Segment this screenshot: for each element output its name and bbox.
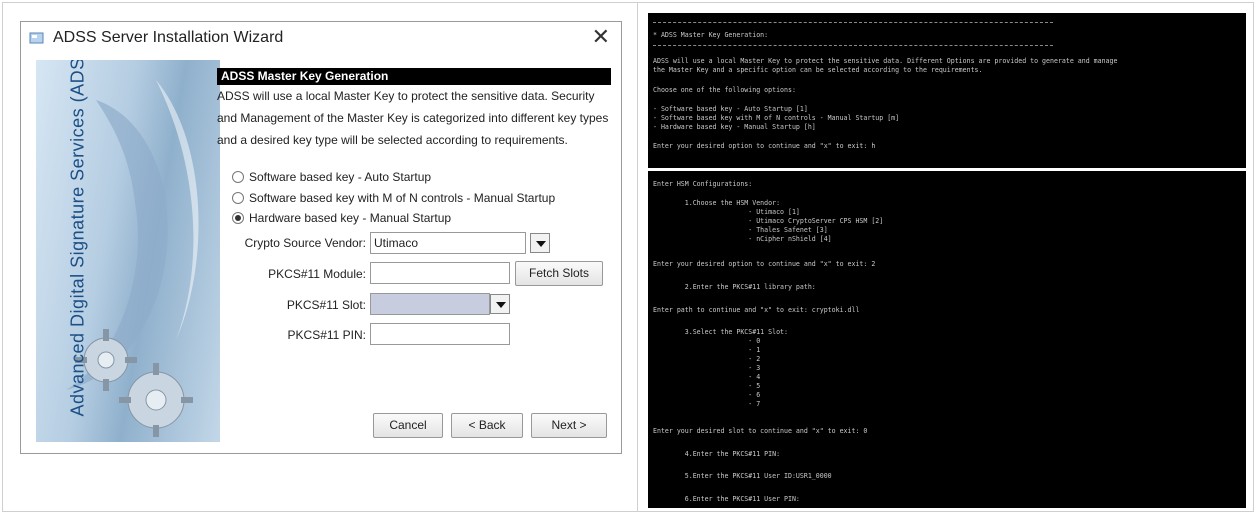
console-line: 4.Enter the PKCS#11 PIN: xyxy=(653,450,781,458)
console-line: - Utimaco [1] xyxy=(653,208,800,216)
separator xyxy=(653,45,1053,46)
console-prompt: Enter your desired option to continue an… xyxy=(653,260,876,268)
console-line: * ADSS Master Key Generation: xyxy=(653,31,769,39)
slot-label: PKCS#11 Slot: xyxy=(286,298,366,312)
pin-label: PKCS#11 PIN: xyxy=(287,328,366,342)
console-master-key: * ADSS Master Key Generation: ADSS will … xyxy=(648,13,1246,168)
console-line: - Software based key - Auto Startup [1] xyxy=(653,105,808,113)
console-line: 2.Enter the PKCS#11 library path: xyxy=(653,283,816,291)
console-line: 3.Select the PKCS#11 Slot: xyxy=(653,328,788,336)
fetch-slots-button[interactable]: Fetch Slots xyxy=(515,261,603,286)
console-hsm-configuration: Enter HSM Configurations: 1.Choose the H… xyxy=(648,171,1246,508)
option-software-m-of-n[interactable]: Software based key with M of N controls … xyxy=(232,191,555,205)
console-line: Enter HSM Configurations: xyxy=(653,180,753,188)
pkcs11-slot-select[interactable] xyxy=(370,293,490,315)
console-line: - 4 xyxy=(653,373,761,381)
vendor-select[interactable]: Utimaco xyxy=(370,232,526,254)
console-line: 6.Enter the PKCS#11 User PIN: xyxy=(653,495,800,503)
console-prompt: Enter your desired slot to continue and … xyxy=(653,427,868,435)
radio-button[interactable] xyxy=(232,171,244,183)
console-line: - 2 xyxy=(653,355,761,363)
radio-button[interactable] xyxy=(232,192,244,204)
module-label: PKCS#11 Module: xyxy=(268,267,366,281)
panel-divider xyxy=(637,2,638,512)
pkcs11-pin-input[interactable] xyxy=(370,323,510,345)
console-prompt: Enter path to continue and "x" to exit: … xyxy=(653,306,860,314)
close-icon[interactable]: ✕ xyxy=(592,26,610,48)
radio-button-selected[interactable] xyxy=(232,212,244,224)
window-title: ADSS Server Installation Wizard xyxy=(53,29,284,46)
section-header: ADSS Master Key Generation xyxy=(217,68,611,85)
console-line: - Software based key with M of N control… xyxy=(653,114,900,122)
description-line-2: and Management of the Master Key is cate… xyxy=(217,111,609,125)
console-line: - 6 xyxy=(653,391,761,399)
chevron-down-icon[interactable] xyxy=(490,294,510,314)
console-line: the Master Key and a specific option can… xyxy=(653,66,983,74)
pkcs11-module-input[interactable] xyxy=(370,262,510,284)
console-line: Choose one of the following options: xyxy=(653,86,796,94)
option-label: Software based key with M of N controls … xyxy=(249,191,556,205)
console-line: - Thales Safenet [3] xyxy=(653,226,828,234)
console-line: - 1 xyxy=(653,346,761,354)
back-button[interactable]: < Back xyxy=(451,413,523,438)
option-label: Software based key - Auto Startup xyxy=(249,170,432,184)
console-line: - Utimaco CryptoServer CPS HSM [2] xyxy=(653,217,884,225)
console-line: 1.Choose the HSM Vendor: xyxy=(653,199,781,207)
description-line-1: ADSS will use a local Master Key to prot… xyxy=(217,89,595,103)
console-line: - 3 xyxy=(653,364,761,372)
option-software-auto[interactable]: Software based key - Auto Startup xyxy=(232,170,431,184)
console-line: - nCipher nShield [4] xyxy=(653,235,832,243)
console-line: - 0 xyxy=(653,337,761,345)
console-prompt: Enter your desired option to continue an… xyxy=(653,142,876,150)
installation-wizard-window: ADSS Server Installation Wizard ✕ Advanc… xyxy=(20,21,622,454)
title-bar: ADSS Server Installation Wizard ✕ xyxy=(21,22,621,54)
console-line: - Hardware based key - Manual Startup [h… xyxy=(653,123,816,131)
console-line: ADSS will use a local Master Key to prot… xyxy=(653,57,1118,65)
separator xyxy=(653,22,1053,23)
description-line-3: and a desired key type will be selected … xyxy=(217,133,568,147)
console-line: - 5 xyxy=(653,382,761,390)
banner-artwork xyxy=(66,80,199,437)
option-hardware-manual[interactable]: Hardware based key - Manual Startup xyxy=(232,211,451,225)
wizard-banner: Advanced Digital Signature Services (ADS… xyxy=(36,60,220,442)
banner-title: Advanced Digital Signature Services (ADS… xyxy=(67,60,88,417)
option-label: Hardware based key - Manual Startup xyxy=(249,211,452,225)
cancel-button[interactable]: Cancel xyxy=(373,413,443,438)
vendor-label: Crypto Source Vendor: xyxy=(244,236,366,250)
console-line: - 7 xyxy=(653,400,761,408)
app-icon xyxy=(29,32,44,44)
next-button[interactable]: Next > xyxy=(531,413,607,438)
chevron-down-icon[interactable] xyxy=(530,233,550,253)
console-line: 5.Enter the PKCS#11 User ID:USR1_0000 xyxy=(653,472,832,480)
